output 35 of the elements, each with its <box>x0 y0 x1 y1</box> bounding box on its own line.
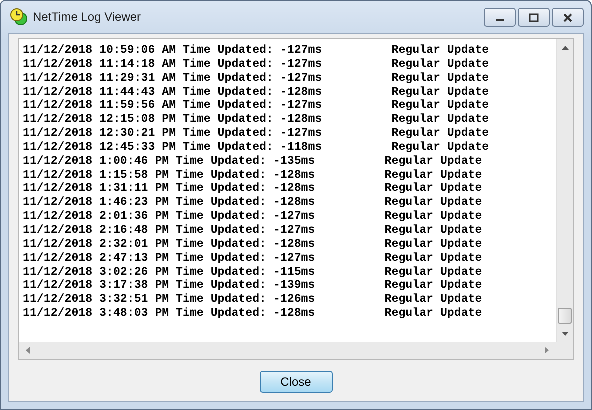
log-line: 11/12/2018 12:15:08 PM Time Updated: -128ms Regular Update <box>23 113 490 128</box>
clock-icon <box>10 8 28 26</box>
scroll-down-icon[interactable] <box>562 332 568 336</box>
log-line: 11/12/2018 3:17:38 PM Time Updated: -139ms Regular Update <box>23 279 484 294</box>
log-line: 11/12/2018 1:00:46 PM Time Updated: -135ms Regular Update <box>23 154 484 169</box>
log-line: 11/12/2018 3:32:51 PM Time Updated: -126ms Regular Update <box>23 293 484 308</box>
scroll-left-icon[interactable] <box>26 347 30 354</box>
log-line: 11/12/2018 11:44:43 AM Time Updated: -128ms Regular Update <box>23 86 490 100</box>
log-line: 11/12/2018 1:46:23 PM Time Updated: -128ms Regular Update <box>23 196 484 210</box>
vertical-scrollbar[interactable] <box>556 39 573 342</box>
log-line: 11/12/2018 12:30:21 PM Time Updated: -127ms Regular Update <box>23 127 490 141</box>
scroll-up-icon[interactable] <box>562 46 568 50</box>
scroll-thumb[interactable] <box>558 308 572 324</box>
log-line: 11/12/2018 11:14:18 AM Time Updated: -127ms Regular Update <box>23 58 490 72</box>
window-close-button[interactable] <box>552 8 584 27</box>
maximize-icon[interactable] <box>529 12 539 22</box>
close-icon[interactable] <box>563 12 573 22</box>
log-line: 11/12/2018 12:45:33 PM Time Updated: -118ms Regular Update <box>23 140 490 155</box>
log-line: 11/12/2018 2:47:13 PM Time Updated: -127ms Regular Update <box>23 252 484 266</box>
log-line: 11/12/2018 1:31:11 PM Time Updated: -128ms Regular Update <box>23 182 484 196</box>
window-title: NetTime Log Viewer <box>33 10 142 24</box>
log-line: 11/12/2018 2:32:01 PM Time Updated: -128ms Regular Update <box>23 238 484 252</box>
scroll-right-icon[interactable] <box>545 347 549 354</box>
horizontal-scrollbar[interactable] <box>19 342 573 359</box>
log-line: 11/12/2018 11:29:31 AM Time Updated: -127ms Regular Update <box>23 72 490 86</box>
log-line: 11/12/2018 2:16:48 PM Time Updated: -127ms Regular Update <box>23 224 484 238</box>
log-line: 11/12/2018 3:48:03 PM Time Updated: -128ms Regular Update <box>23 307 484 321</box>
log-line: 11/12/2018 10:59:06 AM Time Updated: -127ms Regular Update <box>23 44 490 58</box>
close-button[interactable]: Close <box>260 371 332 393</box>
log-line: 11/12/2018 11:59:56 AM Time Updated: -127ms Regular Update <box>23 99 490 114</box>
minimize-button[interactable] <box>484 8 516 27</box>
log-line: 11/12/2018 3:02:26 PM Time Updated: -115ms Regular Update <box>23 266 484 280</box>
log-line: 11/12/2018 2:01:36 PM Time Updated: -127ms Regular Update <box>23 210 484 224</box>
log-line: 11/12/2018 1:15:58 PM Time Updated: -128ms Regular Update <box>23 168 484 182</box>
maximize-button[interactable] <box>518 8 550 27</box>
